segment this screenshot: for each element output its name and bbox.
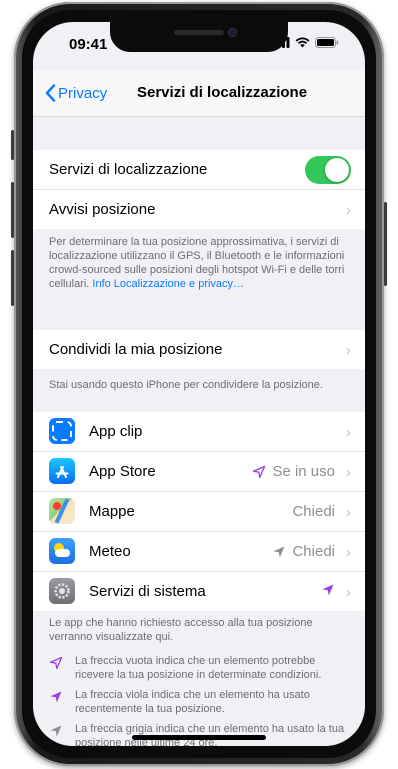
- share-location-row[interactable]: Condividi la mia posizione ›: [33, 330, 365, 369]
- volume-down-button: [11, 250, 14, 306]
- app-permission-value: Se in uso: [272, 463, 335, 480]
- location-settings-group: Servizi di localizzazione Avvisi posizio…: [33, 150, 365, 229]
- side-button: [384, 202, 387, 286]
- app-row-weather[interactable]: Meteo Chiedi ›: [33, 532, 365, 572]
- apps-group: App clip › App Store Se in uso › Mappe C…: [33, 412, 365, 611]
- volume-up-button: [11, 182, 14, 238]
- app-label: App Store: [89, 463, 156, 480]
- front-camera: [228, 28, 237, 37]
- apps-footnote: Le app che hanno richiesto accesso alla …: [49, 617, 313, 643]
- location-arrow-purple-icon: [322, 584, 334, 596]
- app-row-system-services[interactable]: Servizi di sistema ›: [33, 572, 365, 611]
- wifi-icon: [295, 37, 310, 48]
- legend-text: La freccia vuota indica che un elemento …: [75, 655, 322, 681]
- location-services-row: Servizi di localizzazione: [33, 150, 365, 190]
- weather-icon: [49, 538, 75, 564]
- app-permission-value: Chiedi: [292, 543, 335, 560]
- location-info-footnote: Per determinare la tua posizione appross…: [49, 235, 351, 291]
- app-label: Mappe: [89, 503, 135, 520]
- app-row-app-clip[interactable]: App clip ›: [33, 412, 365, 452]
- page-title: Servizi di localizzazione: [137, 84, 308, 101]
- bezel: 09:41 Privacy Servizi di localizzazione …: [22, 10, 376, 758]
- app-permission: Chiedi: [292, 503, 335, 520]
- legend-item-hollow: La freccia vuota indica che un elemento …: [49, 654, 353, 682]
- speaker: [174, 30, 224, 35]
- notch: [110, 22, 288, 52]
- screen: 09:41 Privacy Servizi di localizzazione …: [33, 22, 365, 746]
- status-time: 09:41: [69, 36, 108, 53]
- share-location-footnote: Stai usando questo iPhone per condivider…: [49, 379, 323, 391]
- privacy-info-link[interactable]: Info Localizzazione e privacy…: [92, 278, 244, 290]
- chevron-left-icon: [45, 84, 56, 102]
- legend-text: La freccia grigia indica che un elemento…: [75, 723, 345, 746]
- home-indicator[interactable]: [132, 735, 266, 740]
- app-row-maps[interactable]: Mappe Chiedi ›: [33, 492, 365, 532]
- legend-item-purple: La freccia viola indica che un elemento …: [49, 688, 353, 716]
- chevron-right-icon: ›: [346, 544, 351, 561]
- mute-switch: [11, 130, 14, 160]
- system-services-icon: [49, 578, 75, 604]
- app-clip-icon: [49, 418, 75, 444]
- location-arrow-purple-icon: [50, 691, 62, 703]
- location-arrow-hollow-icon: [253, 465, 266, 478]
- chevron-right-icon: ›: [346, 342, 351, 359]
- app-label: Meteo: [89, 543, 131, 560]
- legend-text: La freccia viola indica che un elemento …: [75, 689, 310, 715]
- phone-frame: 09:41 Privacy Servizi di localizzazione …: [11, 2, 387, 766]
- app-permission: Se in uso: [252, 463, 335, 480]
- battery-icon: [315, 37, 339, 48]
- back-button[interactable]: Privacy: [45, 84, 107, 102]
- maps-icon: [49, 498, 75, 524]
- location-arrow-gray-icon: [50, 725, 62, 737]
- back-label: Privacy: [58, 84, 108, 102]
- chevron-right-icon: ›: [346, 424, 351, 441]
- chevron-right-icon: ›: [346, 584, 351, 601]
- share-location-group: Condividi la mia posizione ›: [33, 330, 365, 369]
- location-arrow-hollow-icon: [49, 656, 63, 670]
- app-permission: Chiedi: [272, 543, 335, 560]
- chevron-right-icon: ›: [346, 464, 351, 481]
- location-alerts-row[interactable]: Avvisi posizione ›: [33, 190, 365, 229]
- legend-item-gray: La freccia grigia indica che un elemento…: [49, 722, 353, 746]
- app-permission-value: Chiedi: [292, 503, 335, 520]
- share-location-label: Condividi la mia posizione: [49, 341, 223, 358]
- app-permission: [321, 583, 335, 597]
- chevron-right-icon: ›: [346, 202, 351, 219]
- location-services-label: Servizi di localizzazione: [49, 161, 208, 178]
- app-label: App clip: [89, 423, 143, 440]
- navigation-bar: Privacy Servizi di localizzazione: [33, 70, 365, 117]
- location-alerts-label: Avvisi posizione: [49, 201, 156, 218]
- app-label: Servizi di sistema: [89, 583, 206, 600]
- location-arrow-gray-icon: [273, 546, 285, 557]
- location-services-toggle[interactable]: [305, 156, 351, 184]
- app-store-icon: [49, 458, 75, 484]
- chevron-right-icon: ›: [346, 504, 351, 521]
- app-row-app-store[interactable]: App Store Se in uso ›: [33, 452, 365, 492]
